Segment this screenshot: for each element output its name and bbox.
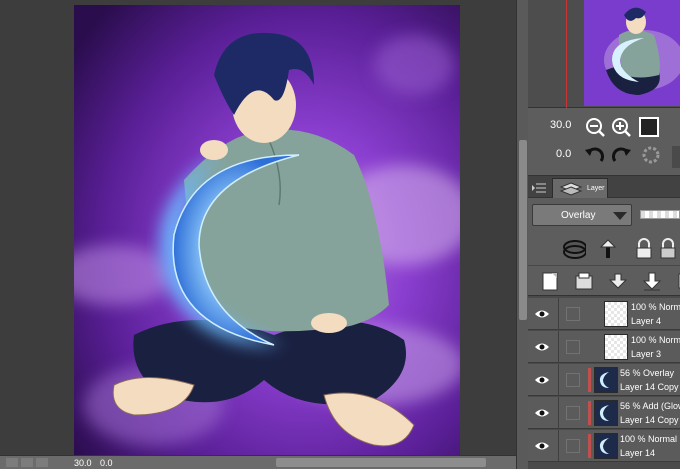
blend-mode-value: Overlay [561,210,596,221]
scrollbar-thumb[interactable] [519,140,527,320]
visibility-eye-icon[interactable] [534,374,550,386]
tab-layer-label: Layer [587,185,605,192]
visibility-eye-icon[interactable] [534,440,550,452]
layer-color-marker [588,434,591,458]
layer-select-box[interactable] [566,307,580,321]
panel-menu-icon[interactable] [532,181,546,193]
navigator-panel [528,0,680,108]
transfer-down-icon[interactable] [606,269,630,293]
blend-mode-select[interactable]: Overlay [532,204,632,226]
artwork-canvas[interactable] [74,5,460,455]
layer-row[interactable]: 100 % Normal Layer 4 [528,298,680,330]
column-divider [558,331,559,363]
layer-select-box[interactable] [566,340,580,354]
navigator-controls: 30.0 0.0 [528,108,680,176]
panel-scroll-indicator[interactable] [672,146,680,168]
layer-mode: 100 % Normal [631,302,680,312]
navigator-preview[interactable] [584,0,680,106]
layer-property-toolbar [528,232,680,266]
column-divider [558,298,559,330]
navigator-divider [566,0,567,108]
more-actions-icon[interactable] [670,269,680,293]
zoom-in-icon[interactable] [608,114,634,140]
reset-rotation-icon[interactable] [638,142,664,168]
layer-color-marker [588,368,591,392]
layer-select-box[interactable] [566,439,580,453]
status-icons [6,458,66,468]
status-icon[interactable] [21,458,33,467]
blend-mode-row: Overlay [528,198,680,232]
canvas-status-bar: 30.0 0.0 [0,455,516,469]
layer-list[interactable]: 100 % Normal Layer 4 100 % Normal Layer … [528,296,680,469]
tab-layer[interactable]: Layer [552,178,608,198]
column-divider [558,397,559,429]
merge-down-icon[interactable] [640,269,664,293]
new-folder-icon[interactable] [572,269,596,293]
new-raster-layer-icon[interactable] [538,269,562,293]
layer-thumbnail [604,301,628,327]
app-window: 30.0 0.0 30.0 0.0 Layer Overlay 100 % No… [0,0,680,469]
layer-thumbnail [604,334,628,360]
status-icon[interactable] [6,458,18,467]
rotation-readout[interactable]: 0.0 [100,458,113,468]
layer-mode: 56 % Overlay [620,368,675,378]
layer-name[interactable]: Layer 4 [631,316,661,326]
zoom-value[interactable]: 30.0 [550,119,571,131]
layer-color-marker [588,401,591,425]
chevron-down-icon [613,212,627,220]
canvas-area[interactable]: 30.0 0.0 [0,0,528,469]
layer-tab-bar: Layer [528,176,680,198]
visibility-eye-icon[interactable] [534,407,550,419]
canvas-vertical-scrollbar[interactable] [516,0,528,469]
opacity-slider[interactable] [640,210,680,219]
layer-thumbnail [594,367,618,393]
layer-thumbnail [594,400,618,426]
layer-name[interactable]: Layer 14 [620,448,655,458]
fit-screen-icon[interactable] [636,114,662,140]
layer-select-box[interactable] [566,373,580,387]
clipping-icon[interactable] [562,237,586,261]
zoom-readout[interactable]: 30.0 [74,458,92,468]
column-divider [558,364,559,396]
rotate-left-icon[interactable] [582,142,608,168]
layer-mode: 100 % Normal [631,335,680,345]
visibility-eye-icon[interactable] [534,308,550,320]
layer-row[interactable]: 100 % Normal Layer 14 [528,430,680,462]
status-icon[interactable] [36,458,48,467]
reference-icon[interactable] [596,237,620,261]
layer-row[interactable]: 56 % Add (Glow) Layer 14 Copy [528,397,680,429]
layer-row[interactable]: 100 % Normal Layer 3 [528,331,680,363]
right-panel: 30.0 0.0 Layer Overlay 100 % Norm Layer … [528,0,680,469]
layer-name[interactable]: Layer 3 [631,349,661,359]
layer-name[interactable]: Layer 14 Copy [620,415,679,425]
layer-mode: 56 % Add (Glow) [620,401,680,411]
rotate-right-icon[interactable] [608,142,634,168]
zoom-out-icon[interactable] [582,114,608,140]
illustration [74,5,460,455]
layer-name[interactable]: Layer 14 Copy 2 [620,382,680,392]
layers-icon [559,182,583,196]
layer-action-toolbar [528,266,680,296]
layer-select-box[interactable] [566,406,580,420]
column-divider [558,430,559,462]
layer-thumbnail [594,433,618,459]
visibility-eye-icon[interactable] [534,341,550,353]
layer-mode: 100 % Normal [620,434,678,444]
canvas-horizontal-scrollbar[interactable] [276,458,486,467]
lock-icon[interactable] [632,237,656,261]
rotation-value[interactable]: 0.0 [556,148,571,160]
lock-alpha-icon[interactable] [656,237,680,261]
layer-row[interactable]: 56 % Overlay Layer 14 Copy 2 [528,364,680,396]
